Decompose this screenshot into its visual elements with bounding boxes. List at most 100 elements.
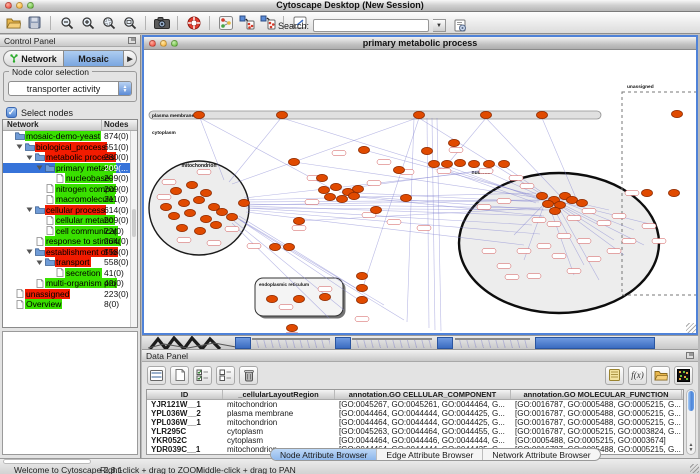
table-row[interactable]: YKR052Ccytoplasm[GO:0044464, GO:0044446,… bbox=[147, 436, 683, 445]
graph-node[interactable] bbox=[359, 146, 370, 153]
background-window-edge[interactable] bbox=[352, 338, 432, 348]
graph-node[interactable] bbox=[187, 181, 198, 188]
graph-node[interactable] bbox=[185, 209, 196, 216]
graph-node[interactable] bbox=[179, 199, 190, 206]
graph-node[interactable] bbox=[537, 111, 548, 118]
tab-mosaic[interactable]: Mosaic bbox=[63, 51, 123, 66]
float-panel-icon[interactable] bbox=[128, 37, 136, 44]
minimized-window-chip[interactable] bbox=[335, 337, 351, 349]
graph-node[interactable] bbox=[449, 139, 460, 146]
graph-node[interactable] bbox=[371, 206, 382, 213]
zoom-in-icon[interactable] bbox=[77, 13, 98, 32]
network-canvas[interactable]: plasma membranecytoplasmmitochondrionnuc… bbox=[144, 50, 696, 333]
graph-node[interactable] bbox=[567, 196, 578, 203]
graph-node[interactable] bbox=[642, 189, 653, 196]
tree-row[interactable]: nitrogen compo209(0) bbox=[3, 184, 130, 195]
column-header[interactable]: ID bbox=[147, 390, 223, 399]
tree-row[interactable]: secretion41(0) bbox=[3, 268, 130, 279]
table-row[interactable]: YLR295Ccytoplasm[GO:0045263, GO:0044464,… bbox=[147, 427, 683, 436]
table-row[interactable]: YJR121W__1mitochondrion[GO:0045267, GO:0… bbox=[147, 400, 683, 409]
network-zoom-button[interactable] bbox=[171, 40, 178, 47]
graph-node[interactable] bbox=[194, 196, 205, 203]
graph-node[interactable] bbox=[455, 159, 466, 166]
graph-node[interactable] bbox=[550, 207, 561, 214]
column-header[interactable]: _cellularLayoutRegion bbox=[223, 390, 335, 399]
scrollbar-arrows-icon[interactable]: ▲▼ bbox=[687, 443, 695, 453]
import-notes-icon[interactable] bbox=[605, 366, 624, 385]
expander-icon[interactable] bbox=[25, 248, 34, 255]
graph-node[interactable] bbox=[284, 243, 295, 250]
graph-node[interactable] bbox=[357, 272, 368, 279]
help-icon[interactable] bbox=[183, 13, 204, 32]
graph-node[interactable] bbox=[357, 296, 368, 303]
plasma-membrane-compartment[interactable] bbox=[149, 111, 601, 119]
graph-node[interactable] bbox=[239, 199, 250, 206]
window-resize-grip[interactable] bbox=[686, 323, 696, 333]
tree-row[interactable]: response to stimulu264(0) bbox=[3, 236, 130, 247]
column-header[interactable]: annotation.GO CELLULAR_COMPONENT bbox=[335, 390, 511, 399]
graph-node[interactable] bbox=[201, 215, 212, 222]
search-input[interactable] bbox=[313, 19, 429, 32]
graph-node[interactable] bbox=[161, 203, 172, 210]
table-row[interactable]: YPL036W__2plasma membrane[GO:0044464, GO… bbox=[147, 409, 683, 418]
float-panel-icon[interactable] bbox=[686, 352, 694, 359]
graph-node[interactable] bbox=[277, 111, 288, 118]
tab-network-attribute-browser[interactable]: Network Attribute Browser bbox=[482, 449, 599, 460]
background-window-edge[interactable] bbox=[252, 338, 330, 348]
graph-node[interactable] bbox=[320, 293, 331, 300]
background-window-edge[interactable] bbox=[455, 338, 530, 348]
tree-row[interactable]: metabolic process280(0) bbox=[3, 152, 130, 163]
vizmapper-icon[interactable] bbox=[215, 13, 236, 32]
graph-node[interactable] bbox=[217, 208, 228, 215]
graph-node[interactable] bbox=[319, 186, 330, 193]
import-file-icon[interactable] bbox=[651, 366, 670, 385]
tree-row[interactable]: cellular process614(0) bbox=[3, 205, 130, 216]
app-resize-grip[interactable] bbox=[690, 464, 699, 473]
graph-node[interactable] bbox=[337, 195, 348, 202]
function-builder-icon[interactable]: f(x) bbox=[628, 366, 647, 385]
column-header[interactable]: annotation.GO MOLECULAR_FUNCTION bbox=[511, 390, 682, 399]
tree-row[interactable]: macromolecule311(0) bbox=[3, 194, 130, 205]
graph-node[interactable] bbox=[267, 295, 278, 302]
snapshot-icon[interactable] bbox=[151, 13, 172, 32]
graph-node[interactable] bbox=[672, 110, 683, 117]
search-dropdown-icon[interactable]: ▼ bbox=[433, 19, 446, 32]
apply-layout-icon[interactable] bbox=[236, 13, 257, 32]
tab-network[interactable]: Network bbox=[4, 51, 63, 66]
delete-attribute-icon[interactable] bbox=[239, 366, 258, 385]
expander-icon[interactable] bbox=[15, 143, 24, 150]
graph-node[interactable] bbox=[414, 111, 425, 118]
graph-node[interactable] bbox=[349, 192, 360, 199]
create-attribute-icon[interactable] bbox=[170, 366, 189, 385]
unselect-attributes-icon[interactable] bbox=[216, 366, 235, 385]
graph-node[interactable] bbox=[357, 284, 368, 291]
zoom-fit-icon[interactable] bbox=[119, 13, 140, 32]
tree-row[interactable]: cellular metabo209(0) bbox=[3, 215, 130, 226]
tab-overflow-arrow[interactable]: ▶ bbox=[123, 51, 136, 66]
tree-row[interactable]: Overview8(0) bbox=[3, 299, 130, 310]
table-scrollbar-thumb[interactable] bbox=[688, 391, 694, 411]
graph-node[interactable] bbox=[201, 189, 212, 196]
matrix-view-icon[interactable] bbox=[674, 366, 693, 385]
expander-icon[interactable] bbox=[35, 259, 44, 266]
column-nodes[interactable]: Nodes bbox=[101, 120, 137, 130]
tree-row[interactable]: transport558(0) bbox=[3, 257, 130, 268]
graph-node[interactable] bbox=[537, 192, 548, 199]
close-button[interactable] bbox=[5, 2, 12, 9]
expander-icon[interactable] bbox=[35, 164, 44, 171]
expander-icon[interactable] bbox=[25, 206, 34, 213]
minimize-button[interactable] bbox=[16, 2, 23, 9]
tree-row[interactable]: nucleobase-209(0) bbox=[3, 173, 130, 184]
graph-node[interactable] bbox=[289, 158, 300, 165]
graph-node[interactable] bbox=[211, 221, 222, 228]
graph-node[interactable] bbox=[422, 147, 433, 154]
graph-node[interactable] bbox=[227, 213, 238, 220]
save-icon[interactable] bbox=[24, 13, 45, 32]
graph-node[interactable] bbox=[484, 160, 495, 167]
minimized-window-chip[interactable] bbox=[235, 337, 251, 349]
tree-row[interactable]: establishment of lo558(0) bbox=[3, 247, 130, 258]
graph-node[interactable] bbox=[169, 212, 180, 219]
tree-row[interactable]: cell communicat22(0) bbox=[3, 226, 130, 237]
graph-node[interactable] bbox=[353, 185, 364, 192]
minimized-window-titlebar[interactable] bbox=[535, 337, 655, 349]
